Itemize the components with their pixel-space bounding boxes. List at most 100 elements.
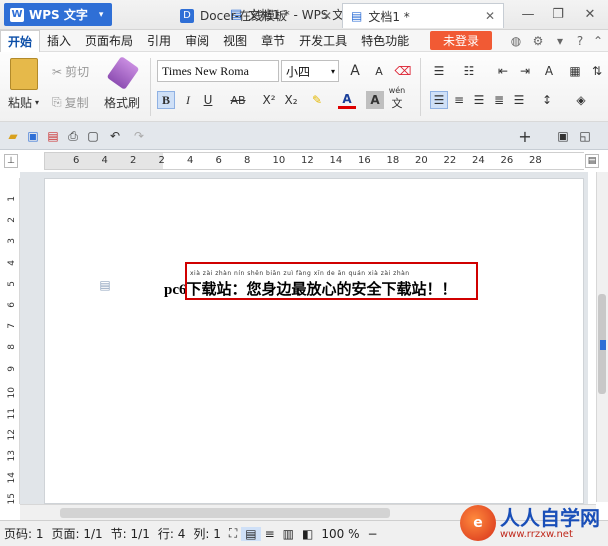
format-painter-button[interactable]: 格式刷 — [104, 94, 140, 111]
page-view-icon[interactable]: ▤ — [241, 526, 261, 541]
italic-icon: I — [186, 92, 190, 107]
menu-developer[interactable]: 开发工具 — [292, 30, 354, 52]
char-shading-icon[interactable]: A — [366, 91, 384, 109]
ruler-tick-label: 4 — [101, 155, 108, 166]
highlight-icon[interactable]: ✎ — [308, 91, 326, 109]
paste-button[interactable]: 粘贴 ▾ — [8, 94, 39, 111]
tab-document1[interactable]: ▤ 文档1 * ✕ — [342, 3, 504, 28]
help-icon[interactable]: ? — [572, 33, 588, 49]
tab-docer[interactable]: D Docer-在线模板 ✕ — [172, 3, 340, 28]
strikethrough-icon: AB — [230, 93, 246, 107]
bullet-list-icon[interactable]: ☰ — [430, 62, 448, 80]
ruler-toggle-icon[interactable]: ⊥ — [4, 154, 18, 168]
font-size-value: 小四 — [286, 64, 311, 79]
italic-button[interactable]: I — [179, 91, 197, 109]
minimize-button[interactable]: — — [516, 4, 540, 24]
restore-button[interactable]: ❐ — [546, 4, 570, 24]
settings-icon[interactable]: ⚙ — [530, 33, 546, 49]
underline-button[interactable]: U — [199, 91, 217, 109]
ruler-tick-label: 8 — [7, 344, 17, 351]
horizontal-scroll-thumb[interactable] — [60, 508, 390, 518]
ruler-tick-label: 20 — [415, 155, 428, 166]
chevron-down-icon: ▾ — [35, 98, 40, 107]
ruler-tick-label: 10 — [7, 386, 17, 399]
tab-list-icon[interactable]: ▣ — [554, 127, 572, 145]
ruler-view-icon[interactable]: ▤ — [585, 154, 599, 168]
align-right-icon[interactable]: ☰ — [470, 91, 488, 109]
site-watermark: e 人人自学网 www.rrzxw.net — [460, 500, 608, 546]
paragraph-layout-icon[interactable]: ▤ — [96, 276, 114, 294]
menu-references[interactable]: 引用 — [140, 30, 178, 52]
ruler-tick-label: 6 — [215, 155, 222, 166]
document-page[interactable] — [44, 178, 584, 504]
pinyin-guide-label: wén — [388, 85, 406, 95]
clear-format-icon[interactable]: ⌫ — [394, 62, 412, 80]
align-left-icon[interactable]: ☰ — [430, 91, 448, 109]
text-direction-icon[interactable]: A — [540, 62, 558, 80]
new-tab-icon[interactable]: + — [516, 127, 534, 146]
decrease-indent-icon[interactable]: ⇤ — [494, 62, 512, 80]
close-icon[interactable]: ✕ — [322, 9, 332, 23]
ruler-tick-label: 8 — [244, 155, 251, 166]
protect-view-icon[interactable]: ◧ — [298, 527, 317, 541]
numbered-list-icon[interactable]: ☷ — [460, 62, 478, 80]
zoom-out-button[interactable]: − — [363, 527, 381, 541]
font-name-select[interactable]: Times New Roma — [157, 60, 279, 82]
skin-icon[interactable]: ◍ — [508, 33, 524, 49]
ruler-tick-label: 7 — [7, 323, 17, 329]
subscript-button[interactable]: X₂ — [282, 91, 300, 109]
justify-icon[interactable]: ≣ — [490, 91, 508, 109]
menu-page-layout[interactable]: 页面布局 — [78, 30, 140, 52]
watermark-logo-icon: e — [460, 505, 496, 541]
pinyin-guide-char-icon: 文 — [391, 96, 403, 110]
undo-icon[interactable]: ↶ — [106, 127, 124, 145]
menu-view[interactable]: 视图 — [216, 30, 254, 52]
zoom-value[interactable]: 100 % — [317, 527, 363, 541]
collapse-ribbon-icon[interactable]: ⌃ — [590, 33, 606, 49]
tab-collapse-icon[interactable]: ◱ — [576, 127, 594, 145]
increase-indent-icon[interactable]: ⇥ — [516, 62, 534, 80]
cut-button[interactable]: ✂ 剪切 — [52, 63, 89, 80]
wps-menu-button[interactable]: W WPS 文字 ▾ — [4, 3, 112, 26]
fullscreen-icon[interactable]: ⛶ — [225, 526, 241, 541]
grow-font-button[interactable]: A — [346, 62, 364, 80]
superscript-button[interactable]: X² — [260, 91, 278, 109]
outline-view-icon[interactable]: ≡ — [261, 527, 279, 541]
print-preview-icon[interactable]: ▢ — [84, 127, 102, 145]
save-icon[interactable]: ▣ — [24, 127, 42, 145]
font-size-select[interactable]: 小四 ▾ — [281, 60, 339, 82]
export-pdf-icon[interactable]: ▤ — [44, 127, 62, 145]
distributed-align-icon[interactable]: ☰ — [510, 91, 528, 109]
paste-icon[interactable] — [10, 58, 38, 90]
strikethrough-button[interactable]: AB — [224, 91, 252, 109]
web-view-icon[interactable]: ▥ — [279, 527, 298, 541]
pinyin-guide-button[interactable]: wén 文 — [388, 86, 406, 110]
watermark-title: 人人自学网 — [500, 505, 600, 530]
font-color-icon[interactable]: A — [338, 91, 356, 109]
sort-icon[interactable]: ⇅ — [588, 62, 606, 80]
table-icon[interactable]: ▦ — [566, 62, 584, 80]
print-icon[interactable]: ⎙ — [64, 127, 82, 145]
tshirt-icon[interactable]: ▾ — [552, 33, 568, 49]
bold-icon: B — [161, 92, 170, 107]
ribbon-divider — [420, 58, 421, 116]
login-button[interactable]: 未登录 — [430, 31, 492, 50]
close-button[interactable]: ✕ — [578, 4, 602, 24]
menu-home[interactable]: 开始 — [0, 29, 41, 52]
open-folder-icon[interactable]: ▰ — [4, 127, 22, 145]
menu-review[interactable]: 审阅 — [178, 30, 216, 52]
copy-button[interactable]: ⎘ 复制 — [52, 94, 89, 111]
ruler-tick-label: 18 — [386, 155, 400, 166]
close-icon[interactable]: ✕ — [485, 9, 495, 23]
ruler-tick-label: 3 — [7, 238, 17, 245]
menu-section[interactable]: 章节 — [254, 30, 292, 52]
paragraph-shading-icon[interactable]: ◈ — [572, 91, 590, 109]
shrink-font-button[interactable]: A — [370, 62, 388, 80]
bold-button[interactable]: B — [157, 91, 175, 109]
line-spacing-icon[interactable]: ↕ — [538, 91, 556, 109]
redo-icon[interactable]: ↷ — [130, 127, 148, 145]
align-center-icon[interactable]: ≡ — [450, 91, 468, 109]
ruler-tick-label: 10 — [272, 155, 286, 166]
menu-features[interactable]: 特色功能 — [354, 30, 416, 52]
menu-insert[interactable]: 插入 — [40, 30, 78, 52]
